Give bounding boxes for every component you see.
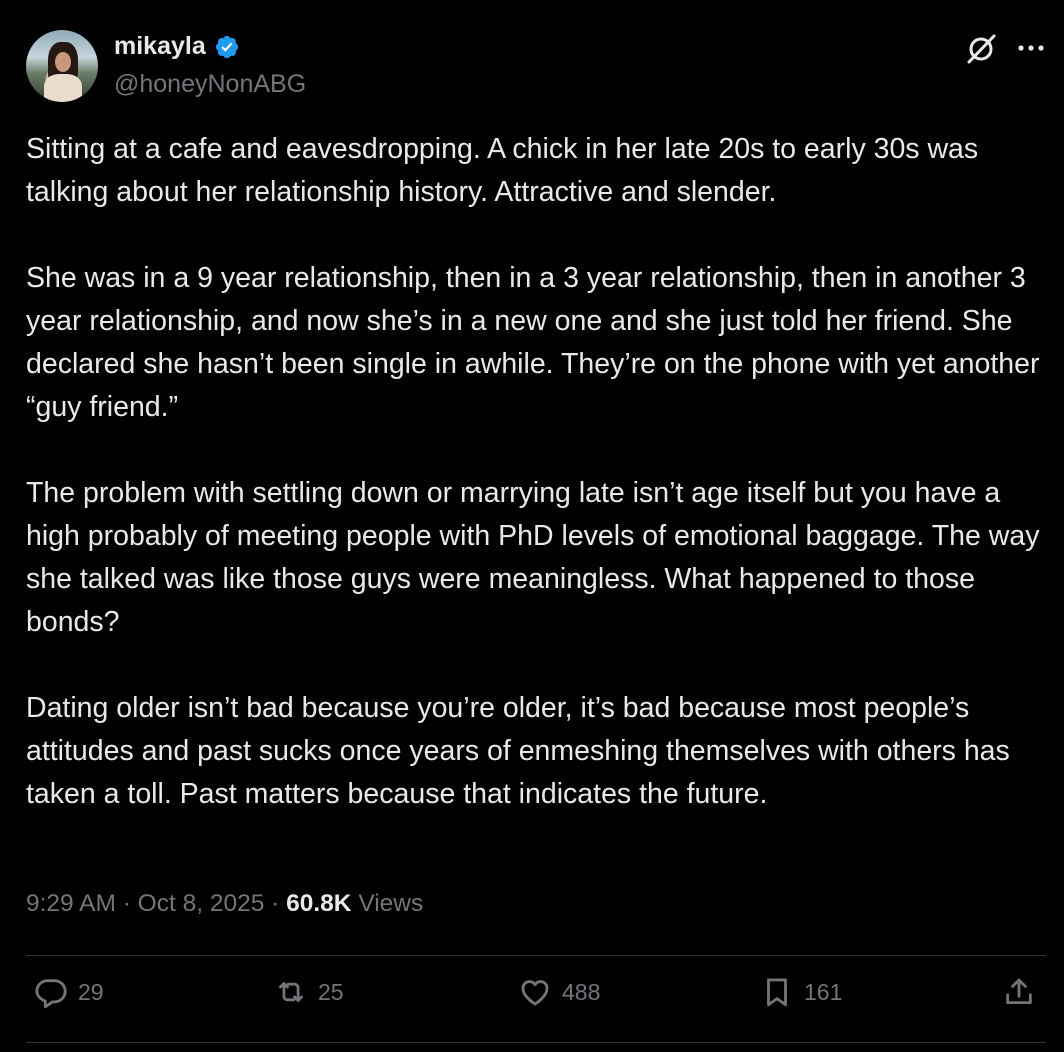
meta-separator: · bbox=[115, 890, 138, 917]
share-icon bbox=[1006, 978, 1032, 1005]
like-button[interactable]: 488 bbox=[518, 975, 600, 1009]
tweet-paragraph: She was in a 9 year relationship, then i… bbox=[26, 262, 1040, 423]
meta-separator: · bbox=[264, 890, 287, 917]
grok-icon[interactable] bbox=[964, 32, 998, 66]
bookmark-count: 161 bbox=[804, 978, 843, 1005]
avatar[interactable] bbox=[26, 30, 98, 102]
avatar-face bbox=[55, 52, 71, 72]
tweet-date[interactable]: Oct 8, 2025 bbox=[138, 890, 265, 918]
reply-count: 29 bbox=[78, 978, 104, 1005]
reply-button[interactable]: 29 bbox=[34, 975, 104, 1009]
action-bar: 29 25 488 161 bbox=[0, 975, 1064, 1025]
views-label: Views bbox=[351, 890, 424, 917]
author-name[interactable]: mikayla bbox=[114, 32, 206, 61]
share-button[interactable] bbox=[1002, 975, 1036, 1009]
tweet-meta: 9:29 AM · Oct 8, 2025 · 60.8K Views bbox=[26, 890, 423, 918]
avatar-body bbox=[44, 74, 82, 102]
views-count: 60.8K bbox=[286, 890, 352, 917]
tweet: mikayla @honeyNonABG Sitting at a cafe a… bbox=[0, 0, 1064, 1052]
tweet-paragraph: Sitting at a cafe and eavesdropping. A c… bbox=[26, 133, 979, 208]
reply-icon bbox=[35, 979, 67, 1009]
tweet-paragraph: Dating older isn’t bad because you’re ol… bbox=[26, 692, 1010, 810]
bookmark-icon bbox=[767, 978, 787, 1007]
tweet-paragraph: The problem with settling down or marryi… bbox=[26, 477, 1040, 638]
divider bbox=[26, 955, 1046, 956]
like-count: 488 bbox=[562, 978, 601, 1005]
bookmark-button[interactable]: 161 bbox=[760, 975, 842, 1009]
tweet-text: Sitting at a cafe and eavesdropping. A c… bbox=[26, 128, 1046, 859]
more-icon[interactable] bbox=[1016, 36, 1046, 60]
repost-icon bbox=[278, 982, 304, 1002]
author-handle[interactable]: @honeyNonABG bbox=[114, 70, 306, 99]
author-name-row[interactable]: mikayla bbox=[114, 32, 240, 61]
divider bbox=[26, 1042, 1046, 1043]
verified-badge-icon bbox=[215, 35, 238, 58]
tweet-time[interactable]: 9:29 AM bbox=[26, 890, 116, 918]
repost-button[interactable]: 25 bbox=[274, 975, 344, 1009]
heart-icon bbox=[521, 980, 549, 1006]
repost-count: 25 bbox=[318, 978, 344, 1005]
